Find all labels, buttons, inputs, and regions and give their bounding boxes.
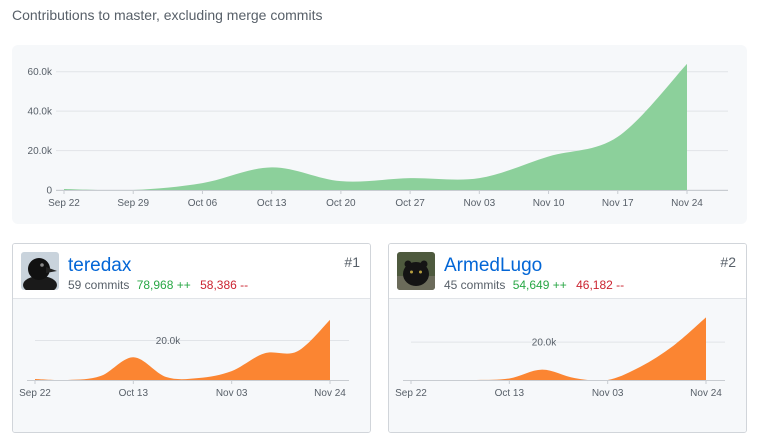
contributor-card-2: ArmedLugo 45 commits 54,649 ++ 46,182 --… bbox=[388, 243, 747, 433]
contributor-chart-svg: 20.0k Sep 22 Oct 13 Nov 03 Nov 24 bbox=[395, 317, 725, 399]
x-tick-label: Nov 03 bbox=[216, 388, 248, 399]
x-tick-label: Sep 29 bbox=[117, 198, 149, 209]
x-tick-label: Nov 03 bbox=[463, 198, 495, 209]
x-tick-label: Oct 13 bbox=[119, 388, 149, 399]
series-area bbox=[64, 63, 687, 191]
x-tick-label: Oct 13 bbox=[257, 198, 287, 209]
contributor-chart-svg: 20.0k Sep 22 Oct 13 Nov 03 Nov 24 bbox=[19, 319, 349, 399]
x-tick-label: Nov 03 bbox=[592, 388, 624, 399]
y-tick-label: 20.0k bbox=[532, 338, 557, 349]
contributor-stats: 45 commits 54,649 ++ 46,182 -- bbox=[444, 278, 624, 292]
x-tick-label: Nov 17 bbox=[602, 198, 634, 209]
y-tick-label: 20.0k bbox=[156, 336, 181, 347]
y-tick-label: 40.0k bbox=[28, 107, 53, 118]
contributor-card-header: teredax 59 commits 78,968 ++ 58,386 -- #… bbox=[13, 244, 370, 299]
x-tick-label: Oct 27 bbox=[395, 198, 425, 209]
main-contributions-chart: 0 20.0k 40.0k 60.0k Sep 22 Sep 29 Oct 06 Oct 13… bbox=[12, 45, 747, 224]
x-tick-label: Sep 22 bbox=[19, 388, 51, 399]
y-tick-label: 0 bbox=[46, 186, 52, 197]
contributor-username-link[interactable]: ArmedLugo bbox=[444, 256, 542, 276]
contributor-chart: 20.0k Sep 22 Oct 13 Nov 03 Nov 24 bbox=[13, 299, 370, 432]
y-tick-label: 60.0k bbox=[28, 67, 53, 78]
contributor-card-1: teredax 59 commits 78,968 ++ 58,386 -- #… bbox=[12, 243, 371, 433]
crow-avatar[interactable] bbox=[21, 252, 59, 290]
x-tick-label: Nov 24 bbox=[671, 198, 703, 209]
commit-count: 59 commits bbox=[68, 278, 130, 292]
x-tick-label: Nov 10 bbox=[533, 198, 565, 209]
page-heading: Contributions to master, excluding merge… bbox=[12, 7, 323, 23]
deletions-count: 46,182 -- bbox=[576, 278, 625, 292]
contributor-card-header: ArmedLugo 45 commits 54,649 ++ 46,182 --… bbox=[389, 244, 746, 299]
x-tick-label: Sep 22 bbox=[395, 388, 427, 399]
contributor-username-link[interactable]: teredax bbox=[68, 256, 131, 276]
additions-count: 78,968 ++ bbox=[136, 278, 191, 292]
commit-count: 45 commits bbox=[444, 278, 506, 292]
contributor-rank: #1 bbox=[344, 254, 360, 270]
x-tick-label: Sep 22 bbox=[48, 198, 80, 209]
x-tick-label: Nov 24 bbox=[690, 388, 722, 399]
x-tick-label: Oct 20 bbox=[326, 198, 356, 209]
panther-avatar[interactable] bbox=[397, 252, 435, 290]
contributor-rank: #2 bbox=[720, 254, 736, 270]
x-tick-label: Oct 13 bbox=[495, 388, 525, 399]
y-tick-label: 20.0k bbox=[28, 146, 53, 157]
deletions-count: 58,386 -- bbox=[200, 278, 249, 292]
series-area bbox=[411, 317, 706, 381]
main-chart-svg: 0 20.0k 40.0k 60.0k Sep 22 Sep 29 Oct 06 Oct 13… bbox=[28, 63, 728, 209]
x-tick-label: Nov 24 bbox=[314, 388, 346, 399]
additions-count: 54,649 ++ bbox=[512, 278, 567, 292]
series-area bbox=[35, 319, 330, 381]
contributor-stats: 59 commits 78,968 ++ 58,386 -- bbox=[68, 278, 248, 292]
contributor-chart: 20.0k Sep 22 Oct 13 Nov 03 Nov 24 bbox=[389, 299, 746, 432]
x-tick-label: Oct 06 bbox=[188, 198, 218, 209]
